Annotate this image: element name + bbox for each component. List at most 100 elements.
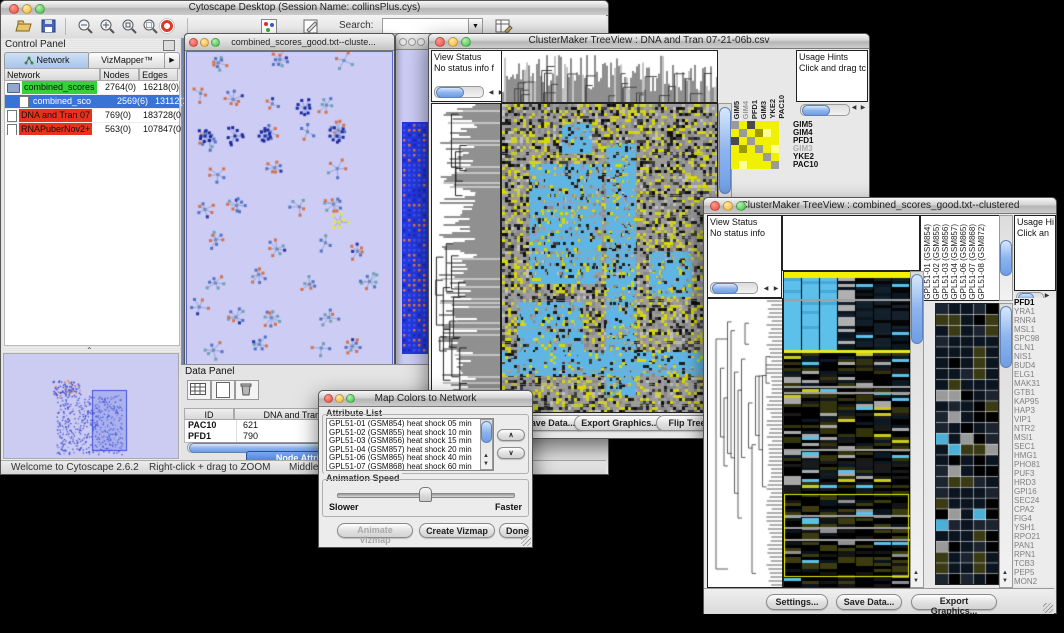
heatmap-cell[interactable] <box>747 129 755 137</box>
new-attribute-icon[interactable] <box>211 380 235 400</box>
heatmap-cell[interactable] <box>763 161 771 169</box>
vizmapper-icon[interactable] <box>261 19 277 34</box>
heatmap-cell[interactable] <box>731 129 739 137</box>
search-input[interactable] <box>382 18 470 34</box>
heatmap-cell[interactable] <box>755 137 763 145</box>
heatmap-cell[interactable] <box>739 153 747 161</box>
tv2-gene-dendrogram[interactable] <box>707 298 783 588</box>
zoom-out-icon[interactable] <box>77 18 94 35</box>
network-overview-panel[interactable] <box>3 353 179 459</box>
scrollbar-thumb[interactable] <box>911 274 923 344</box>
tv2-export-graphics-button[interactable]: Export Graphics... <box>911 594 997 610</box>
network-view-window[interactable]: combined_scores_good.txt--cluste... <box>184 33 395 375</box>
heatmap-cell[interactable] <box>755 129 763 137</box>
heatmap-cell[interactable] <box>739 137 747 145</box>
heatmap-cell[interactable] <box>763 129 771 137</box>
close-icon[interactable] <box>324 394 333 403</box>
tv2-status-hscrollbar[interactable] <box>710 282 758 294</box>
zoom-window-icon[interactable] <box>736 201 746 211</box>
attribute-list-item[interactable]: GPL51-06 (GSM865) heat shock 40 min <box>329 454 491 463</box>
zoom-window-icon[interactable] <box>35 4 45 14</box>
help-lifesaver-icon[interactable] <box>159 18 175 34</box>
heatmap-cell[interactable] <box>755 121 763 129</box>
minimize-icon[interactable] <box>723 201 733 211</box>
attribute-list-item[interactable]: GPL51-01 (GSM854) heat shock 05 min <box>329 420 491 429</box>
scrollbar-thumb[interactable] <box>802 105 830 116</box>
heatmap-cell[interactable] <box>771 137 779 145</box>
network-tree-row[interactable]: DNA and Tran 07769(0)183728(0) <box>5 109 179 123</box>
heatmap-cell[interactable] <box>731 121 739 129</box>
heatmap-cell[interactable] <box>755 161 763 169</box>
heatmap-cell[interactable] <box>747 145 755 153</box>
tv2-zoom-vscrollbar[interactable]: ▲ ▼ <box>999 303 1013 588</box>
minimize-icon[interactable] <box>335 394 344 403</box>
resize-grip[interactable] <box>521 536 531 546</box>
tv1-status-hscrollbar[interactable] <box>434 86 484 98</box>
main-title-bar[interactable]: Cytoscape Desktop (Session Name: collins… <box>1 1 608 16</box>
scroll-right-icon[interactable]: ▶ <box>858 105 868 112</box>
delete-attribute-trash-icon[interactable] <box>235 380 259 400</box>
zoom-window-icon[interactable] <box>417 38 425 46</box>
minimize-icon[interactable] <box>22 4 32 14</box>
attribute-list-item[interactable]: GPL51-03 (GSM856) heat shock 15 min <box>329 437 491 446</box>
heatmap-cell[interactable] <box>755 153 763 161</box>
heatmap-cell[interactable] <box>739 121 747 129</box>
speed-slider-thumb[interactable] <box>419 487 432 502</box>
scrollbar-thumb[interactable] <box>481 421 492 443</box>
col-header-edges[interactable]: Edges <box>139 68 178 81</box>
zoom-in-icon[interactable] <box>99 18 116 35</box>
zoom-window-icon[interactable] <box>346 394 355 403</box>
scroll-up-icon[interactable]: ▲ <box>481 453 491 460</box>
close-icon[interactable] <box>189 38 198 47</box>
tv2-global-heatmap[interactable] <box>783 271 911 588</box>
zoom-selected-icon[interactable] <box>121 18 138 35</box>
heatmap-cell[interactable] <box>747 137 755 145</box>
scrollbar-thumb[interactable] <box>712 283 738 294</box>
save-icon[interactable] <box>41 19 56 33</box>
scroll-up-icon[interactable]: ▲ <box>1000 570 1010 577</box>
close-icon[interactable] <box>710 201 720 211</box>
heatmap-cell[interactable] <box>731 145 739 153</box>
animate-vizmap-button[interactable]: Animate Vizmap <box>337 523 413 538</box>
scroll-left-icon[interactable]: ◀ <box>486 90 496 97</box>
tv2-column-dendrogram-area[interactable] <box>782 215 920 271</box>
attribute-list-vscrollbar[interactable]: ▲ ▼ <box>480 419 493 470</box>
tv1-global-heatmap[interactable] <box>501 103 718 413</box>
heatmap-cell[interactable] <box>763 137 771 145</box>
tv1-export-graphics-button[interactable]: Export Graphics... <box>574 415 666 431</box>
scroll-left-icon[interactable]: ◀ <box>761 286 771 293</box>
heatmap-cell[interactable] <box>763 121 771 129</box>
attribute-table-icon[interactable] <box>495 18 513 34</box>
close-icon[interactable] <box>435 37 445 47</box>
tv2-zoom-heatmap[interactable] <box>935 303 999 585</box>
scroll-right-icon[interactable]: ▶ <box>771 286 781 293</box>
map-colors-dialog[interactable]: Map Colors to Network Attribute List GPL… <box>318 390 533 548</box>
attribute-list-item[interactable]: GPL51-07 (GSM868) heat shock 60 min <box>329 463 491 471</box>
treeview2-title-bar[interactable]: ClusterMaker TreeView : combined_scores_… <box>704 198 1056 214</box>
dialog-title-bar[interactable]: Map Colors to Network <box>319 391 532 407</box>
resize-grip[interactable] <box>1043 603 1053 613</box>
tab-network[interactable]: Network <box>4 52 90 69</box>
tab-overflow-button[interactable]: ▶ <box>164 52 180 69</box>
minimize-icon[interactable] <box>408 38 416 46</box>
minimize-icon[interactable] <box>200 38 209 47</box>
float-panel-icon[interactable] <box>163 40 175 51</box>
move-down-button[interactable]: ∨ <box>497 447 525 459</box>
col-header-nodes[interactable]: Nodes <box>100 68 139 81</box>
treeview2-window[interactable]: ClusterMaker TreeView : combined_scores_… <box>703 197 1057 614</box>
scroll-down-icon[interactable]: ▼ <box>481 461 491 468</box>
attribute-list[interactable]: GPL51-01 (GSM854) heat shock 05 min GPL51… <box>326 418 494 471</box>
heatmap-cell[interactable] <box>755 145 763 153</box>
heatmap-cell[interactable] <box>731 137 739 145</box>
tv1-gene-dendrogram[interactable] <box>431 103 501 413</box>
tv2-settings-button[interactable]: Settings... <box>766 594 828 610</box>
move-up-button[interactable]: ∧ <box>497 429 525 441</box>
attribute-list-item[interactable]: GPL51-04 (GSM857) heat shock 20 min <box>329 446 491 455</box>
tv2-collabel-vscrollbar[interactable] <box>999 215 1013 301</box>
heatmap-cell[interactable] <box>771 145 779 153</box>
scroll-down-icon[interactable]: ▼ <box>1000 578 1010 585</box>
scrollbar-thumb[interactable] <box>436 87 464 98</box>
heatmap-cell[interactable] <box>763 153 771 161</box>
network-view-title-bar[interactable]: combined_scores_good.txt--cluste... <box>185 34 394 51</box>
heatmap-cell[interactable] <box>731 153 739 161</box>
